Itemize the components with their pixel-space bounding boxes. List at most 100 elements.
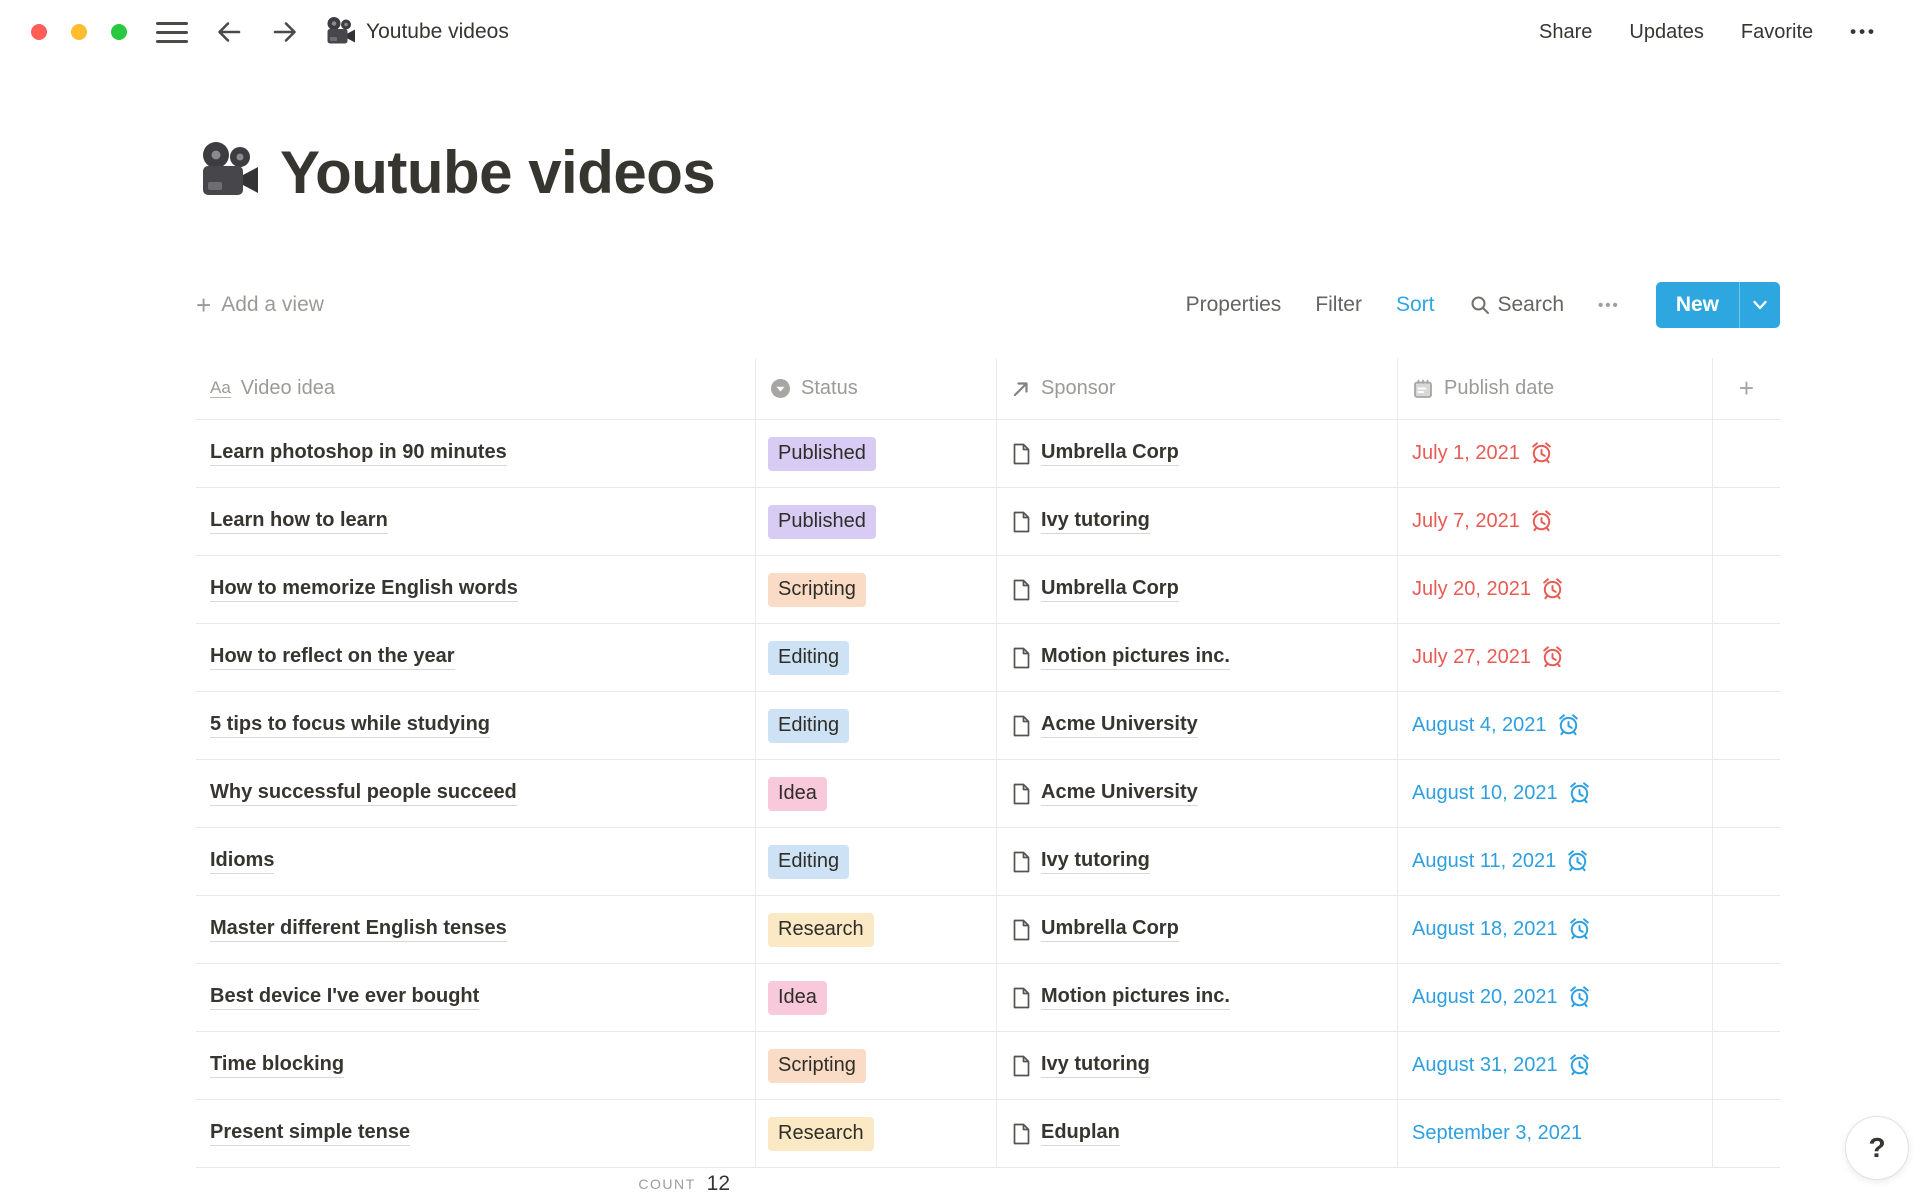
video-idea-link[interactable]: Time blocking: [210, 1053, 344, 1078]
sponsor-link[interactable]: Acme University: [1041, 781, 1198, 806]
sponsor-cell[interactable]: Ivy tutoring: [997, 1032, 1398, 1100]
status-badge[interactable]: Editing: [768, 845, 849, 879]
column-header-sponsor[interactable]: Sponsor: [997, 358, 1398, 420]
updates-button[interactable]: Updates: [1629, 21, 1704, 44]
video-idea-link[interactable]: Why successful people succeed: [210, 781, 517, 806]
sponsor-cell[interactable]: Ivy tutoring: [997, 488, 1398, 556]
sponsor-cell[interactable]: Eduplan: [997, 1100, 1398, 1168]
column-header-video-idea[interactable]: Aa Video idea: [196, 358, 756, 420]
status-badge[interactable]: Research: [768, 913, 874, 947]
sponsor-cell[interactable]: Umbrella Corp: [997, 556, 1398, 624]
sponsor-link[interactable]: Motion pictures inc.: [1041, 645, 1230, 670]
add-column-button[interactable]: +: [1713, 358, 1780, 420]
column-header-status[interactable]: Status: [756, 358, 997, 420]
close-window-button[interactable]: [31, 24, 47, 40]
publish-date-cell[interactable]: July 7, 2021: [1398, 488, 1713, 556]
video-idea-cell[interactable]: Master different English tenses: [196, 896, 756, 964]
publish-date-cell[interactable]: August 20, 2021: [1398, 964, 1713, 1032]
publish-date-cell[interactable]: September 3, 2021: [1398, 1100, 1713, 1168]
view-options-icon[interactable]: •••: [1598, 297, 1620, 314]
status-cell[interactable]: Scripting: [756, 1032, 997, 1100]
publish-date-cell[interactable]: July 27, 2021: [1398, 624, 1713, 692]
forward-button[interactable]: [270, 19, 300, 45]
video-idea-cell[interactable]: Idioms: [196, 828, 756, 896]
publish-date-cell[interactable]: August 11, 2021: [1398, 828, 1713, 896]
video-idea-cell[interactable]: Learn how to learn: [196, 488, 756, 556]
video-idea-cell[interactable]: Present simple tense: [196, 1100, 756, 1168]
status-cell[interactable]: Idea: [756, 760, 997, 828]
video-idea-cell[interactable]: Best device I've ever bought: [196, 964, 756, 1032]
new-button[interactable]: New: [1656, 282, 1780, 328]
sponsor-cell[interactable]: Ivy tutoring: [997, 828, 1398, 896]
status-cell[interactable]: Published: [756, 420, 997, 488]
properties-button[interactable]: Properties: [1186, 293, 1282, 317]
status-badge[interactable]: Idea: [768, 777, 827, 811]
sponsor-link[interactable]: Ivy tutoring: [1041, 1053, 1150, 1078]
video-idea-link[interactable]: Master different English tenses: [210, 917, 507, 942]
minimize-window-button[interactable]: [71, 24, 87, 40]
zoom-window-button[interactable]: [111, 24, 127, 40]
sponsor-cell[interactable]: Motion pictures inc.: [997, 964, 1398, 1032]
publish-date-cell[interactable]: July 1, 2021: [1398, 420, 1713, 488]
video-idea-cell[interactable]: Why successful people succeed: [196, 760, 756, 828]
sponsor-link[interactable]: Motion pictures inc.: [1041, 985, 1230, 1010]
publish-date-cell[interactable]: July 20, 2021: [1398, 556, 1713, 624]
new-dropdown-button[interactable]: [1740, 282, 1780, 328]
status-cell[interactable]: Editing: [756, 692, 997, 760]
status-cell[interactable]: Published: [756, 488, 997, 556]
status-cell[interactable]: Scripting: [756, 556, 997, 624]
publish-date-cell[interactable]: August 18, 2021: [1398, 896, 1713, 964]
page-emoji-movie-camera-icon[interactable]: [196, 140, 260, 204]
count-value[interactable]: 12: [707, 1172, 730, 1196]
status-badge[interactable]: Published: [768, 505, 876, 539]
sponsor-link[interactable]: Ivy tutoring: [1041, 509, 1150, 534]
status-badge[interactable]: Idea: [768, 981, 827, 1015]
publish-date-cell[interactable]: August 31, 2021: [1398, 1032, 1713, 1100]
status-cell[interactable]: Research: [756, 1100, 997, 1168]
sponsor-link[interactable]: Eduplan: [1041, 1121, 1120, 1146]
favorite-button[interactable]: Favorite: [1741, 21, 1813, 44]
breadcrumb-page-title[interactable]: Youtube videos: [366, 20, 509, 44]
status-badge[interactable]: Scripting: [768, 1049, 866, 1083]
status-badge[interactable]: Research: [768, 1117, 874, 1151]
sponsor-link[interactable]: Umbrella Corp: [1041, 441, 1179, 466]
sidebar-menu-icon[interactable]: [156, 22, 188, 43]
status-cell[interactable]: Editing: [756, 828, 997, 896]
video-idea-link[interactable]: How to reflect on the year: [210, 645, 455, 670]
sponsor-link[interactable]: Acme University: [1041, 713, 1198, 738]
video-idea-link[interactable]: Idioms: [210, 849, 274, 874]
status-badge[interactable]: Published: [768, 437, 876, 471]
status-badge[interactable]: Editing: [768, 641, 849, 675]
sponsor-cell[interactable]: Acme University: [997, 692, 1398, 760]
video-idea-cell[interactable]: 5 tips to focus while studying: [196, 692, 756, 760]
video-idea-cell[interactable]: How to reflect on the year: [196, 624, 756, 692]
status-cell[interactable]: Idea: [756, 964, 997, 1032]
video-idea-link[interactable]: Best device I've ever bought: [210, 985, 479, 1010]
status-cell[interactable]: Research: [756, 896, 997, 964]
video-idea-link[interactable]: Learn photoshop in 90 minutes: [210, 441, 507, 466]
video-idea-link[interactable]: 5 tips to focus while studying: [210, 713, 490, 738]
page-title[interactable]: Youtube videos: [280, 138, 715, 207]
column-header-publish-date[interactable]: Publish date: [1398, 358, 1713, 420]
help-button[interactable]: ?: [1845, 1116, 1909, 1180]
video-idea-cell[interactable]: Learn photoshop in 90 minutes: [196, 420, 756, 488]
sponsor-link[interactable]: Ivy tutoring: [1041, 849, 1150, 874]
sponsor-cell[interactable]: Acme University: [997, 760, 1398, 828]
publish-date-cell[interactable]: August 4, 2021: [1398, 692, 1713, 760]
add-view-button[interactable]: + Add a view: [196, 292, 324, 318]
more-options-icon[interactable]: •••: [1850, 22, 1877, 42]
video-idea-cell[interactable]: Time blocking: [196, 1032, 756, 1100]
status-badge[interactable]: Scripting: [768, 573, 866, 607]
status-cell[interactable]: Editing: [756, 624, 997, 692]
video-idea-link[interactable]: Learn how to learn: [210, 509, 388, 534]
sponsor-cell[interactable]: Umbrella Corp: [997, 420, 1398, 488]
sponsor-link[interactable]: Umbrella Corp: [1041, 577, 1179, 602]
search-button[interactable]: Search: [1469, 293, 1565, 317]
status-badge[interactable]: Editing: [768, 709, 849, 743]
back-button[interactable]: [214, 19, 244, 45]
video-idea-cell[interactable]: How to memorize English words: [196, 556, 756, 624]
new-button-label[interactable]: New: [1656, 282, 1739, 328]
share-button[interactable]: Share: [1539, 21, 1592, 44]
video-idea-link[interactable]: Present simple tense: [210, 1121, 410, 1146]
sponsor-cell[interactable]: Umbrella Corp: [997, 896, 1398, 964]
